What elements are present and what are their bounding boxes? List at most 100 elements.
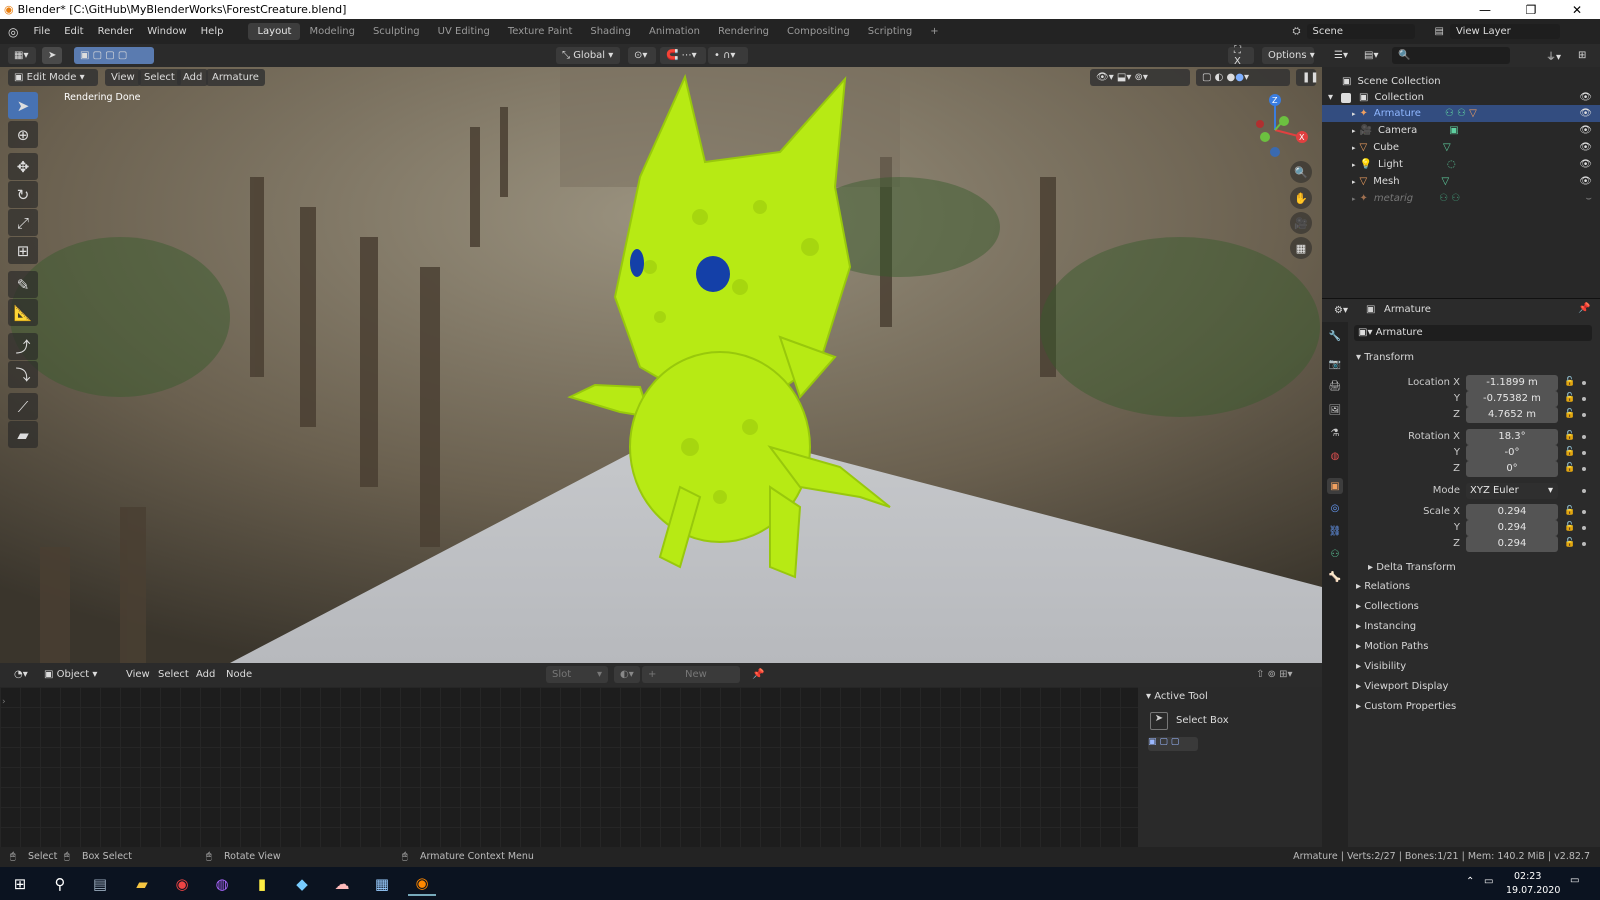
navigation-gizmo[interactable]: Z X [1240, 92, 1310, 162]
location-y-field[interactable]: -0.75382 m [1466, 391, 1558, 407]
app-icon[interactable]: ◍ [208, 872, 236, 896]
mode-dropdown[interactable]: ▣ Edit Mode ▾ [8, 69, 98, 86]
tab-animation[interactable]: Animation [640, 23, 709, 40]
collection-checkbox[interactable] [1341, 92, 1352, 103]
tab-shading[interactable]: Shading [581, 23, 640, 40]
shading-buttons[interactable]: ▢ ◐ ● ● ▾ [1196, 69, 1290, 86]
scale-tool-icon[interactable]: ⤢ [8, 209, 38, 236]
render-tab-icon[interactable]: 📷 [1327, 356, 1343, 372]
options-dropdown[interactable]: Options ▾ [1262, 47, 1315, 64]
pin-icon[interactable]: 📌 [1578, 303, 1590, 314]
menu-help[interactable]: Help [194, 26, 231, 37]
outliner-item-camera[interactable]: ▸ 🎥 Camera ▣ 👁 [1322, 122, 1600, 139]
constraint-tab-icon[interactable]: ⛓ [1327, 523, 1343, 539]
sidebar-toggle-icon[interactable]: › [2, 697, 6, 707]
rotate-tool-icon[interactable]: ↻ [8, 181, 38, 208]
outliner-item-mesh[interactable]: ▸ ▽ Mesh ▽ 👁 [1322, 173, 1600, 190]
display-mode-dropdown[interactable]: ▤▾ [1358, 47, 1384, 64]
visibility-panel[interactable]: ▸ Visibility [1356, 661, 1406, 672]
lock-icon[interactable]: 🔓 [1564, 463, 1575, 473]
outliner-editor-type[interactable]: ☰▾ [1328, 47, 1354, 64]
expand-arrow-icon[interactable]: ▾ [1328, 92, 1333, 103]
expand-arrow-icon[interactable]: ▸ [1352, 195, 1356, 203]
hidden-eye-icon[interactable]: ⌣ [1585, 193, 1592, 204]
scene-name-field[interactable]: Scene [1306, 24, 1415, 39]
keyframe-dot[interactable] [1582, 526, 1586, 530]
tab-scripting[interactable]: Scripting [859, 23, 921, 40]
keyframe-dot[interactable] [1582, 381, 1586, 385]
transform-panel-header[interactable]: ▾ Transform [1356, 352, 1414, 363]
roll-tool-icon[interactable]: ⟋ [8, 393, 38, 420]
scene-selector-icon[interactable]: ⛭ [1293, 26, 1301, 37]
keyframe-dot[interactable] [1582, 451, 1586, 455]
cursor-tool-icon[interactable]: ⊕ [8, 121, 38, 148]
instancing-panel[interactable]: ▸ Instancing [1356, 621, 1416, 632]
lock-icon[interactable]: 🔓 [1564, 506, 1575, 516]
outliner-scene-collection[interactable]: ▣ Scene Collection [1322, 73, 1600, 90]
app-icon[interactable]: ☁ [328, 872, 356, 896]
keyframe-dot[interactable] [1582, 467, 1586, 471]
viewport-menu-select[interactable]: Select [138, 69, 181, 86]
outliner-search-input[interactable]: 🔍 [1392, 47, 1510, 64]
visibility-eye-icon[interactable]: 👁 [1579, 125, 1592, 136]
scale-x-field[interactable]: 0.294 [1466, 504, 1558, 520]
view-layer-tab-icon[interactable]: 🖼 [1327, 402, 1343, 418]
annotate-tool-icon[interactable]: ✎ [8, 271, 38, 298]
selection-mode-buttons[interactable]: ▣ ▢ ▢ [1148, 737, 1198, 751]
filter-icon[interactable]: ⏚▾ [1540, 47, 1564, 64]
select-mode-buttons[interactable]: ▣ ▢ ▢ ▢ [74, 47, 154, 64]
location-x-field[interactable]: -1.1899 m [1466, 375, 1558, 391]
file-explorer-icon[interactable]: ▰ [128, 872, 156, 896]
menu-file[interactable]: File [26, 26, 57, 37]
object-type-dropdown[interactable]: ▣ Object ▾ [38, 666, 110, 683]
lock-icon[interactable]: 🔓 [1564, 538, 1575, 548]
orientation-dropdown[interactable]: ⤡ Global ▾ [556, 47, 620, 64]
close-button[interactable]: ✕ [1554, 3, 1600, 17]
notifications-icon[interactable]: ▭ [1570, 875, 1579, 886]
tab-texture-paint[interactable]: Texture Paint [499, 23, 582, 40]
armature-data-tab-icon[interactable]: ⚇ [1327, 546, 1343, 562]
node-menu-select[interactable]: Select [152, 666, 195, 683]
extrude-cursor-tool-icon[interactable]: ⤵ [8, 361, 38, 388]
view-layer-icon[interactable]: ▤ [1435, 26, 1444, 37]
overlay-buttons[interactable]: 👁▾ ⬓▾ ⊚▾ [1090, 69, 1190, 86]
output-tab-icon[interactable]: 🖨 [1327, 378, 1343, 394]
viewport-menu-add[interactable]: Add [177, 69, 209, 86]
pin-icon[interactable]: 📌 [746, 666, 764, 683]
calculator-icon[interactable]: ▦ [368, 872, 396, 896]
object-tab-icon[interactable]: ▣ [1327, 478, 1343, 494]
clock-time[interactable]: 02:23 [1514, 871, 1541, 882]
outliner-item-metarig[interactable]: ▸ ✦ metarig ⚇ ⚇ ⌣ [1322, 190, 1600, 207]
blender-taskbar-icon[interactable]: ◉ [408, 872, 436, 896]
select-tool-button[interactable]: ➤ [42, 47, 62, 64]
pan-hand-icon[interactable]: ✋ [1290, 187, 1312, 209]
object-name-field[interactable]: ▣▾ Armature [1354, 325, 1592, 341]
editor-type-button[interactable]: ▦▾ [8, 47, 36, 64]
tab-rendering[interactable]: Rendering [709, 23, 778, 40]
slot-dropdown[interactable]: Slot ▾ [546, 666, 608, 683]
camera-view-icon[interactable]: 🎥 [1290, 212, 1312, 234]
clock-date[interactable]: 19.07.2020 [1506, 885, 1560, 896]
view-layer-field[interactable]: View Layer [1450, 24, 1560, 39]
outliner-item-armature[interactable]: ▸ ✦ Armature ⚇ ⚇ ▽ 👁 [1322, 105, 1600, 122]
node-menu-add[interactable]: Add [190, 666, 221, 683]
sticky-notes-icon[interactable]: ▮ [248, 872, 276, 896]
visibility-eye-icon[interactable]: 👁 [1579, 142, 1592, 153]
lock-icon[interactable]: 🔓 [1564, 447, 1575, 457]
viewport-menu-armature[interactable]: Armature [206, 69, 265, 86]
search-icon[interactable]: ⚲ [46, 872, 74, 896]
keyframe-dot[interactable] [1582, 542, 1586, 546]
pivot-dropdown[interactable]: ⊙▾ [628, 47, 656, 64]
expand-arrow-icon[interactable]: ▸ [1352, 178, 1356, 186]
zoom-icon[interactable]: 🔍 [1290, 161, 1312, 183]
windows-start-icon[interactable]: ⊞ [6, 872, 34, 896]
custom-properties-panel[interactable]: ▸ Custom Properties [1356, 701, 1456, 712]
tab-uv-editing[interactable]: UV Editing [429, 23, 499, 40]
viewport-menu-view[interactable]: View [105, 69, 141, 86]
rotation-mode-dropdown[interactable]: XYZ Euler ▾ [1466, 483, 1558, 499]
tab-layout[interactable]: Layout [248, 23, 301, 40]
node-menu-node[interactable]: Node [220, 666, 258, 683]
node-menu-view[interactable]: View [120, 666, 156, 683]
new-material-button[interactable]: + New [642, 666, 740, 683]
node-header-right-icons[interactable]: ⇧ ⊚ ⊞▾ [1250, 666, 1316, 683]
